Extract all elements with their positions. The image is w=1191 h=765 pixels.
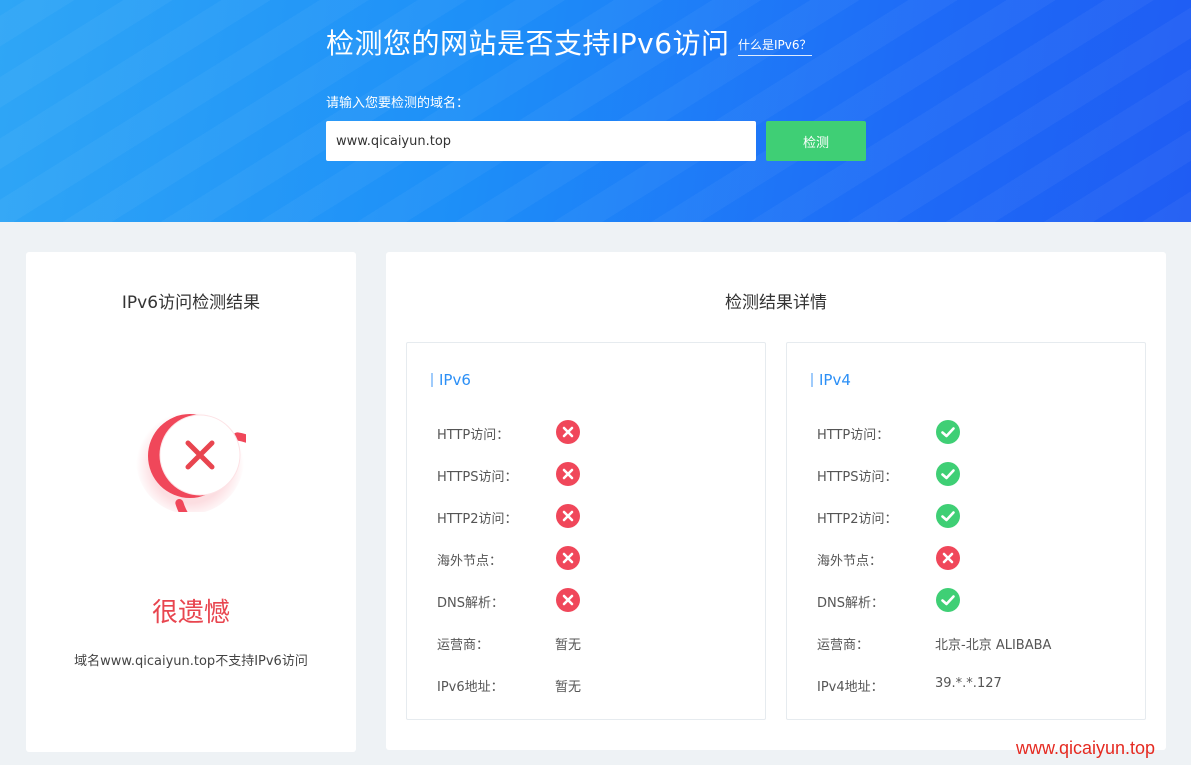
- detail-row: HTTPS访问：: [817, 461, 1137, 487]
- pass-check-icon: [935, 419, 961, 445]
- detail-row: 海外节点：: [437, 545, 757, 571]
- result-card-title: IPv6访问检测结果: [121, 293, 261, 313]
- detail-row: 运营商： 北京-北京 ALIBABA: [817, 629, 1137, 655]
- watermark-text: www.qicaiyun.top: [1016, 738, 1156, 758]
- detail-row: HTTPS访问：: [437, 461, 757, 487]
- ipv6-panel: IPv6 HTTP访问： HTTPS访问： HTTP2访问： 海外节点： DNS解析： 运…: [406, 342, 766, 720]
- fail-cross-icon: [555, 461, 581, 487]
- domain-input-label: 请输入您要检测的域名：: [326, 96, 470, 111]
- fail-cross-icon: [555, 587, 581, 613]
- fail-cross-icon: [935, 545, 961, 571]
- detail-row-value: 北京-北京 ALIBABA: [935, 638, 1052, 653]
- detail-row-label: DNS解析：: [437, 596, 504, 611]
- ipv6-panel-title: IPv6: [431, 373, 471, 388]
- detail-row-value: 暂无: [555, 638, 582, 653]
- detail-row-label: 海外节点：: [437, 554, 503, 569]
- detail-row: IPv6地址： 暂无: [437, 671, 757, 697]
- ipv4-panel-title: IPv4: [811, 373, 851, 388]
- check-button[interactable]: 检测: [766, 121, 866, 161]
- detail-row-label: HTTP访问：: [817, 428, 890, 443]
- ipv4-panel: IPv4 HTTP访问： HTTPS访问： HTTP2访问： 海外节点： DNS解析： 运…: [786, 342, 1146, 720]
- pass-check-icon: [935, 461, 961, 487]
- detail-row-label: HTTP2访问：: [817, 512, 898, 527]
- detail-row: HTTP2访问：: [437, 503, 757, 529]
- detail-row: HTTP访问：: [437, 419, 757, 445]
- domain-input[interactable]: [326, 121, 756, 161]
- detail-row-label: IPv4地址：: [817, 680, 884, 695]
- detail-row: HTTP2访问：: [817, 503, 1137, 529]
- hero-banner: 检测您的网站是否支持IPv6访问 什么是IPv6？ 请输入您要检测的域名： 检测: [0, 0, 1191, 222]
- detail-row: HTTP访问：: [817, 419, 1137, 445]
- fail-ring-icon: [134, 400, 286, 544]
- detail-row-label: 海外节点：: [817, 554, 883, 569]
- fail-cross-icon: [555, 545, 581, 571]
- detail-row-label: DNS解析：: [817, 596, 884, 611]
- detail-row-value: 暂无: [555, 680, 582, 695]
- result-status-title: 很遗憾: [151, 598, 230, 628]
- result-card: IPv6访问检测结果 很遗憾 域名www.qicaiyun.top不支持IPv6…: [26, 252, 356, 752]
- detail-row: DNS解析：: [817, 587, 1137, 613]
- pass-check-icon: [935, 503, 961, 529]
- fail-cross-icon: [555, 419, 581, 445]
- detail-row-label: IPv6地址：: [437, 680, 504, 695]
- result-description: 域名www.qicaiyun.top不支持IPv6访问: [74, 654, 308, 669]
- detail-row-label: HTTPS访问：: [817, 470, 898, 485]
- page-title: 检测您的网站是否支持IPv6访问: [326, 27, 730, 60]
- detail-row-label: HTTPS访问：: [437, 470, 518, 485]
- detail-row: 运营商： 暂无: [437, 629, 757, 655]
- fail-cross-icon: [555, 503, 581, 529]
- details-card: 检测结果详情 IPv6 HTTP访问： HTTPS访问： HTTP2访问： 海外节点：…: [386, 252, 1166, 750]
- detail-row-value: 39.*.*.127: [935, 676, 1002, 691]
- detail-row: IPv4地址： 39.*.*.127: [817, 671, 1137, 697]
- detail-row-label: 运营商：: [437, 638, 490, 653]
- pass-check-icon: [935, 587, 961, 613]
- details-card-title: 检测结果详情: [725, 293, 827, 313]
- detail-row: 海外节点：: [817, 545, 1137, 571]
- detail-row-label: HTTP访问：: [437, 428, 510, 443]
- detail-row-label: 运营商：: [817, 638, 870, 653]
- detail-row: DNS解析：: [437, 587, 757, 613]
- detail-row-label: HTTP2访问：: [437, 512, 518, 527]
- what-is-ipv6-link[interactable]: 什么是IPv6？: [738, 36, 812, 56]
